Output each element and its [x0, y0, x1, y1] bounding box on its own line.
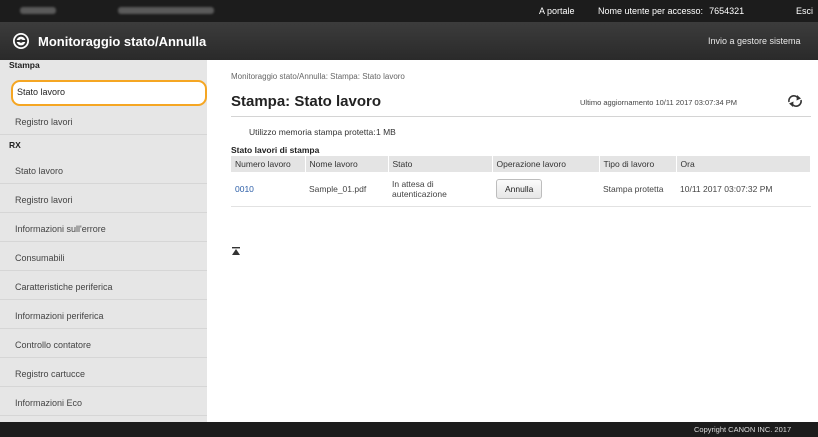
- memory-usage-label: Utilizzo memoria stampa protetta:: [249, 127, 376, 137]
- table-row: 0010 Sample_01.pdf In attesa di autentic…: [231, 172, 811, 207]
- column-header-time: Ora: [676, 156, 811, 172]
- user-info: Nome utente per accesso: 7654321: [598, 6, 744, 16]
- app-header: Monitoraggio stato/Annulla Invio a gesto…: [0, 22, 818, 60]
- sidebar-item-print-job-log[interactable]: Registro lavori: [0, 109, 207, 135]
- breadcrumb: Monitoraggio stato/Annulla: Stampa: Stat…: [231, 72, 405, 81]
- sidebar-item-label: Registro cartucce: [15, 369, 86, 379]
- footer: Copyright CANON INC. 2017: [0, 422, 818, 437]
- divider: [231, 116, 811, 117]
- app-logo-icon: [13, 33, 29, 49]
- back-to-top-icon[interactable]: [231, 246, 241, 256]
- logout-link[interactable]: Esci: [796, 6, 813, 16]
- job-status-cell: In attesa di autenticazione: [388, 172, 492, 207]
- sidebar-item-cartridge-log[interactable]: Registro cartucce: [0, 361, 207, 387]
- sidebar: Stampa Stato lavoro Registro lavori RX S…: [0, 60, 207, 422]
- column-header-job-operation: Operazione lavoro: [492, 156, 600, 172]
- sidebar-item-label: Informazioni periferica: [15, 311, 104, 321]
- user-value: 7654321: [709, 6, 745, 16]
- copyright-text: Copyright CANON INC. 2017: [694, 425, 792, 434]
- sidebar-item-label: Caratteristiche periferica: [15, 282, 113, 292]
- refresh-icon[interactable]: [787, 94, 803, 108]
- sidebar-section-rx: RX: [9, 140, 21, 150]
- sidebar-item-label: Consumabili: [15, 253, 65, 263]
- sidebar-item-counter-check[interactable]: Controllo contatore: [0, 332, 207, 358]
- memory-usage-value: 1 MB: [376, 127, 396, 137]
- column-header-job-type: Tipo di lavoro: [599, 156, 677, 172]
- sidebar-item-rx-job-log[interactable]: Registro lavori: [0, 187, 207, 213]
- job-operation-cell: Annulla: [492, 172, 599, 207]
- sidebar-item-label: Stato lavoro: [17, 87, 66, 97]
- sidebar-item-label: Informazioni sull'errore: [15, 224, 106, 234]
- sidebar-item-label: Registro lavori: [15, 195, 73, 205]
- cancel-job-button[interactable]: Annulla: [496, 178, 543, 199]
- sidebar-item-device-features[interactable]: Caratteristiche periferica: [0, 274, 207, 300]
- main-content: Monitoraggio stato/Annulla: Stampa: Stat…: [207, 60, 818, 422]
- sidebar-item-rx-job-status[interactable]: Stato lavoro: [0, 158, 207, 184]
- sidebar-item-eco-info[interactable]: Informazioni Eco: [0, 390, 207, 416]
- sidebar-item-error-info[interactable]: Informazioni sull'errore: [0, 216, 207, 242]
- page-title: Stampa: Stato lavoro: [231, 93, 382, 110]
- blurred-text: [118, 7, 214, 14]
- sidebar-item-label: Registro lavori: [15, 117, 73, 127]
- user-label: Nome utente per accesso:: [598, 6, 704, 16]
- job-time-cell: 10/11 2017 03:07:32 PM: [676, 172, 811, 207]
- last-updated-text: Ultimo aggiornamento 10/11 2017 03:07:34…: [580, 98, 738, 107]
- sidebar-item-consumables[interactable]: Consumabili: [0, 245, 207, 271]
- send-to-admin-link[interactable]: Invio a gestore sistema: [708, 36, 801, 46]
- blurred-text: [20, 7, 56, 14]
- column-header-job-number: Numero lavoro: [231, 156, 306, 172]
- app-title: Monitoraggio stato/Annulla: [38, 34, 207, 49]
- job-number-link[interactable]: 0010: [235, 184, 254, 194]
- job-type-cell: Stampa protetta: [599, 172, 676, 207]
- column-header-status: Stato: [388, 156, 493, 172]
- sidebar-item-device-info[interactable]: Informazioni periferica: [0, 303, 207, 329]
- sidebar-section-print: Stampa: [9, 60, 40, 70]
- sidebar-item-label: Informazioni Eco: [15, 398, 83, 408]
- sidebar-item-print-job-status[interactable]: Stato lavoro: [11, 80, 207, 106]
- job-name-cell: Sample_01.pdf: [305, 172, 388, 207]
- sidebar-item-label: Controllo contatore: [15, 340, 92, 350]
- column-header-job-name: Nome lavoro: [305, 156, 389, 172]
- top-bar: A portale Nome utente per accesso: 765432…: [0, 0, 818, 22]
- print-jobs-table: Numero lavoro Nome lavoro Stato Operazio…: [231, 156, 811, 207]
- job-number-cell: 0010: [231, 172, 305, 207]
- portal-link[interactable]: A portale: [539, 6, 575, 16]
- table-title: Stato lavori di stampa: [231, 145, 320, 155]
- table-header-row: Numero lavoro Nome lavoro Stato Operazio…: [231, 156, 811, 172]
- sidebar-item-label: Stato lavoro: [15, 166, 64, 176]
